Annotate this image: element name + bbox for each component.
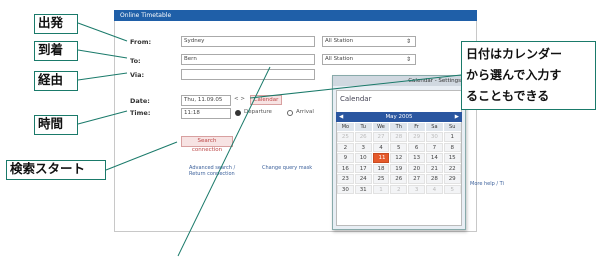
callout-connectors	[77, 22, 471, 257]
callout-time: 時間	[34, 115, 78, 135]
callout-depart: 出発	[34, 14, 78, 34]
callout-via: 経由	[34, 71, 78, 91]
calendar-note-line-3: ることもできる	[466, 89, 550, 103]
connector-search	[105, 141, 178, 171]
calendar-note-line-2: から選んで入力す	[466, 68, 562, 82]
callout-arrive: 到着	[34, 41, 78, 61]
connector-calendar	[249, 73, 471, 99]
connector-time	[77, 110, 128, 125]
connector-arrive	[77, 49, 128, 59]
calendar-note-line-1: 日付はカレンダー	[466, 47, 563, 61]
callout-search-start: 検索スタート	[6, 160, 106, 180]
connector-date-field	[177, 66, 271, 257]
connector-depart	[77, 22, 128, 42]
callout-calendar-note: 日付はカレンダー から選んで入力す ることもできる	[461, 41, 596, 110]
connector-via	[77, 72, 128, 81]
